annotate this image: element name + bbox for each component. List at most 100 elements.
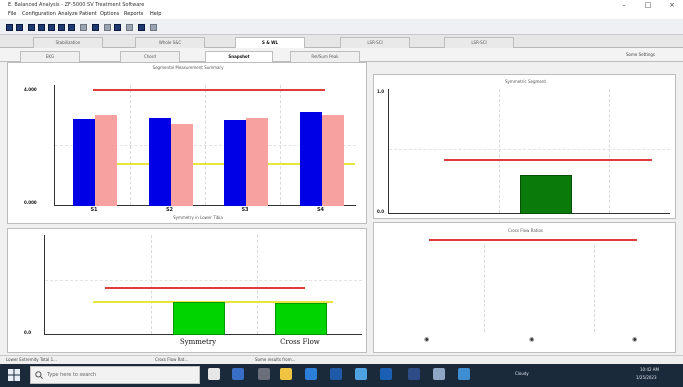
segmental-panel-title: Segmental Measurement Summary (152, 65, 224, 70)
windows-start-icon[interactable] (8, 369, 20, 381)
minimize-button[interactable]: – (613, 0, 635, 10)
symmetry-crossflow-panel: 0.0 Symmetry Cross Flow (7, 228, 367, 353)
app-icon[interactable] (258, 368, 270, 380)
subtab-relsum[interactable]: Rel/Sum Peak (290, 51, 360, 62)
status-mid: Cross Flow Rat... (155, 357, 189, 362)
sub-tab-strip: EKG Chord Snapshot Rel/Sum Peak Some Set… (0, 48, 683, 62)
maximize-button[interactable]: □ (637, 0, 659, 10)
menu-reports[interactable]: Reports (124, 11, 143, 17)
marker-icon: ◉ (632, 336, 638, 343)
category-label: S1 (90, 207, 98, 213)
layout-icon[interactable] (150, 24, 157, 31)
cross-flow-panel-title: Cross Flow Ratios (508, 228, 543, 233)
category-label: S4 (316, 207, 325, 213)
bar-s2-series-1 (148, 117, 171, 206)
grid-line (499, 89, 500, 213)
print-icon[interactable] (38, 24, 45, 31)
reference-line-red (105, 287, 305, 289)
y-min-label: 0.000 (24, 200, 37, 205)
marker-icon: ◉ (424, 336, 430, 343)
symmetry-category-axis: Symmetry Cross Flow (44, 336, 362, 348)
grid-line (151, 235, 152, 334)
menu-bar: File Configuration Analyze Patient Optio… (0, 10, 683, 19)
symmetry-plot-area (44, 235, 362, 335)
search-icon (35, 371, 43, 379)
menu-file[interactable]: File (8, 11, 16, 17)
bar-s1-series-2 (95, 115, 117, 206)
app-icon[interactable] (408, 368, 420, 380)
reference-line-red (444, 159, 652, 162)
toolbar (0, 19, 683, 35)
grid-line (484, 245, 485, 332)
clock-date[interactable]: 1/25/2023 (636, 375, 657, 380)
subtab-snapshot[interactable]: Snapshot (205, 51, 273, 62)
zoom-icon[interactable] (104, 24, 111, 31)
menu-configuration[interactable]: Configuration (22, 11, 56, 17)
window-title: E. Balanced Analysis - ZF-5000 SV Treatm… (8, 2, 145, 8)
bar-s2-series-2 (170, 123, 193, 206)
y-min-label: 0.0 (24, 330, 32, 335)
tab-lsr-2[interactable]: LSR-SCI (444, 37, 514, 48)
table-icon[interactable] (68, 24, 75, 31)
file-explorer-icon[interactable] (280, 368, 292, 380)
clock-time[interactable]: 10:42 AM (640, 367, 659, 372)
symmetric-plot-area (388, 89, 670, 214)
bar-symmetric-segment (520, 175, 572, 214)
reference-line-red (429, 239, 637, 241)
tab-swl[interactable]: S & WL (235, 37, 305, 48)
report-icon[interactable] (138, 24, 145, 31)
save-icon[interactable] (28, 24, 35, 31)
weather-text[interactable]: Cloudy (515, 371, 529, 376)
subtab-chord[interactable]: Chord (120, 51, 180, 62)
symmetric-panel: Symmetric Segment 1.0 0.0 (373, 74, 676, 219)
status-left: Lower Extremity Total 1... (6, 357, 57, 362)
symmetric-panel-title: Symmetric Segment (505, 79, 546, 84)
task-view-icon[interactable] (208, 368, 220, 380)
subtab-ekg[interactable]: EKG (20, 51, 80, 62)
tab-stabilization[interactable]: Stabilization (33, 37, 103, 48)
segmental-footer: Symmetry in Lower Tibia (173, 215, 223, 220)
app-icon[interactable] (458, 368, 470, 380)
bar-s3-series-2 (246, 117, 268, 206)
title-bar: E. Balanced Analysis - ZF-5000 SV Treatm… (0, 0, 683, 10)
y-min-label: 0.0 (377, 209, 385, 214)
chart-icon[interactable] (58, 24, 65, 31)
app-icon[interactable] (433, 368, 445, 380)
grid-icon[interactable] (126, 24, 133, 31)
app-icon[interactable] (380, 368, 392, 380)
export-icon[interactable] (48, 24, 55, 31)
y-max-label: 4.000 (24, 87, 37, 92)
bar-symmetry (173, 302, 225, 335)
grid-line (609, 89, 610, 213)
undo-icon[interactable] (80, 24, 87, 31)
menu-help[interactable]: Help (150, 11, 161, 17)
grid-line (257, 235, 258, 334)
app-window: E. Balanced Analysis - ZF-5000 SV Treatm… (0, 0, 683, 387)
search-placeholder: Type here to search (47, 372, 97, 378)
close-button[interactable]: × (661, 0, 683, 10)
browser-icon[interactable] (305, 368, 317, 380)
menu-options[interactable]: Options (100, 11, 119, 17)
settings-icon[interactable] (92, 24, 99, 31)
grid-line (594, 245, 595, 332)
y-max-label: 1.0 (377, 89, 385, 94)
status-right: Some results from... (255, 357, 296, 362)
bar-s1-series-1 (73, 118, 95, 206)
menu-analyze[interactable]: Analyze Patient (58, 11, 97, 17)
tab-lsr-1[interactable]: LSR-SCI (340, 37, 410, 48)
app-icon[interactable] (232, 368, 244, 380)
app-icon[interactable] (330, 368, 342, 380)
segmental-panel: Segmental Measurement Summary 4.000 0.00… (7, 62, 367, 224)
settings-label: Some Settings (625, 52, 655, 57)
info-icon[interactable] (114, 24, 121, 31)
grid-line (45, 280, 362, 281)
tab-whole[interactable]: Whole S&C (135, 37, 205, 48)
bar-s4-series-1 (299, 112, 322, 206)
new-icon[interactable] (6, 24, 13, 31)
app-icon[interactable] (355, 368, 367, 380)
reference-line-red (93, 88, 325, 91)
category-label: S2 (165, 207, 174, 213)
open-icon[interactable] (16, 24, 23, 31)
cross-flow-panel: Cross Flow Ratios ◉ ◉ ◉ (373, 222, 676, 353)
taskbar-search[interactable]: Type here to search (30, 366, 200, 384)
